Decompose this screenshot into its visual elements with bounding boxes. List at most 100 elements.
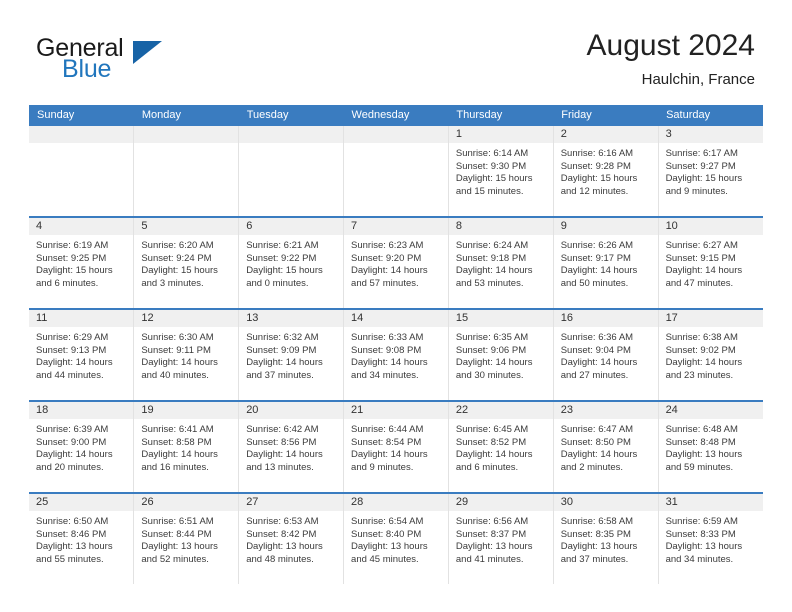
day-cell[interactable]: 11 Sunrise: 6:29 AM Sunset: 9:13 PM Dayligh… xyxy=(29,308,135,401)
day-cell-inner: 2 Sunrise: 6:16 AM Sunset: 9:28 PM Daylight… xyxy=(553,126,658,216)
day-cell[interactable]: 21 Sunrise: 6:44 AM Sunset: 8:54 PM Dayligh… xyxy=(343,400,449,493)
day-cell[interactable]: 7 Sunrise: 6:23 AM Sunset: 9:20 PM Daylight… xyxy=(343,216,449,309)
sunset-text: Sunset: 9:27 PM xyxy=(665,160,736,172)
day-cell[interactable]: 6 Sunrise: 6:21 AM Sunset: 9:22 PM Daylight… xyxy=(238,216,345,309)
sunset-text: Sunset: 9:30 PM xyxy=(455,160,527,172)
day-cell-inner: 14 Sunrise: 6:33 AM Sunset: 9:08 PM Dayligh… xyxy=(344,310,448,400)
day-cell-inner: 31 Sunrise: 6:59 AM Sunset: 8:33 PM Dayligh… xyxy=(658,494,763,584)
day-cell[interactable]: 13 Sunrise: 6:32 AM Sunset: 9:09 PM Dayligh… xyxy=(238,308,345,401)
daylight-text-line2: and 9 minutes. xyxy=(665,185,728,197)
sunset-text: Sunset: 8:37 PM xyxy=(455,528,527,540)
day-cell[interactable]: 22 Sunrise: 6:45 AM Sunset: 8:52 PM Dayligh… xyxy=(448,400,554,493)
day-cell[interactable]: 30 Sunrise: 6:58 AM Sunset: 8:35 PM Dayligh… xyxy=(553,492,659,584)
daylight-text-line1: Daylight: 14 hours xyxy=(455,449,533,461)
day-cell[interactable]: 2 Sunrise: 6:16 AM Sunset: 9:28 PM Daylight… xyxy=(553,126,659,217)
daylight-text-line1: Daylight: 13 hours xyxy=(141,541,218,553)
day-cell-inner: 23 Sunrise: 6:47 AM Sunset: 8:50 PM Dayligh… xyxy=(553,402,658,492)
sunrise-text: Sunrise: 6:47 AM xyxy=(560,424,634,435)
day-cell[interactable]: 15 Sunrise: 6:35 AM Sunset: 9:06 PM Dayligh… xyxy=(448,308,554,401)
calendar-head: Sunday Monday Tuesday Wednesday Thursday… xyxy=(29,105,763,126)
day-cell-inner xyxy=(29,126,134,216)
day-cell-empty xyxy=(133,126,240,217)
day-cell[interactable]: 10 Sunrise: 6:27 AM Sunset: 9:15 PM Dayligh… xyxy=(658,216,763,309)
day-details: Sunrise: 6:27 AM Sunset: 9:15 PM Daylight:… xyxy=(659,235,763,290)
daylight-text-line1: Daylight: 14 hours xyxy=(246,449,323,461)
sunset-text: Sunset: 9:22 PM xyxy=(246,252,317,264)
day-cell[interactable]: 17 Sunrise: 6:38 AM Sunset: 9:02 PM Dayligh… xyxy=(658,308,763,401)
sunset-text: Sunset: 8:40 PM xyxy=(351,528,422,540)
day-cell-inner: 4 Sunrise: 6:19 AM Sunset: 9:25 PM Daylight… xyxy=(29,218,134,308)
daylight-text-line2: and 6 minutes. xyxy=(455,461,519,473)
day-cell[interactable]: 26 Sunrise: 6:51 AM Sunset: 8:44 PM Dayligh… xyxy=(133,492,240,584)
day-cell[interactable]: 1 Sunrise: 6:14 AM Sunset: 9:30 PM Daylight… xyxy=(448,126,554,217)
daylight-text-line2: and 45 minutes. xyxy=(351,553,419,565)
day-details: Sunrise: 6:30 AM Sunset: 9:11 PM Daylight:… xyxy=(134,327,238,382)
sunset-text: Sunset: 8:35 PM xyxy=(560,528,631,540)
sunrise-text: Sunrise: 6:54 AM xyxy=(351,516,424,527)
day-cell[interactable]: 12 Sunrise: 6:30 AM Sunset: 9:11 PM Dayligh… xyxy=(133,308,240,401)
day-details: Sunrise: 6:33 AM Sunset: 9:08 PM Daylight:… xyxy=(344,327,448,382)
sunset-text: Sunset: 9:18 PM xyxy=(455,252,527,264)
day-cell[interactable]: 24 Sunrise: 6:48 AM Sunset: 8:48 PM Dayligh… xyxy=(658,400,763,493)
day-cell[interactable]: 27 Sunrise: 6:53 AM Sunset: 8:42 PM Dayligh… xyxy=(238,492,345,584)
day-number: 21 xyxy=(344,402,448,419)
day-cell[interactable]: 9 Sunrise: 6:26 AM Sunset: 9:17 PM Daylight… xyxy=(553,216,659,309)
sunset-text: Sunset: 9:06 PM xyxy=(455,344,527,356)
day-number: 15 xyxy=(448,310,553,327)
daylight-text-line2: and 41 minutes. xyxy=(455,553,524,565)
sunset-text: Sunset: 9:13 PM xyxy=(36,344,107,356)
day-details: Sunrise: 6:51 AM Sunset: 8:44 PM Daylight:… xyxy=(134,511,238,566)
day-cell-inner: 21 Sunrise: 6:44 AM Sunset: 8:54 PM Dayligh… xyxy=(344,402,448,492)
week-row: 11 Sunrise: 6:29 AM Sunset: 9:13 PM Dayligh… xyxy=(29,308,763,401)
daylight-text-line2: and 2 minutes. xyxy=(560,461,624,473)
day-details: Sunrise: 6:47 AM Sunset: 8:50 PM Daylight:… xyxy=(554,419,658,474)
day-details: Sunrise: 6:17 AM Sunset: 9:27 PM Daylight:… xyxy=(659,143,763,198)
day-cell[interactable]: 16 Sunrise: 6:36 AM Sunset: 9:04 PM Dayligh… xyxy=(553,308,659,401)
sunset-text: Sunset: 9:24 PM xyxy=(141,252,212,264)
day-cell[interactable]: 29 Sunrise: 6:56 AM Sunset: 8:37 PM Dayligh… xyxy=(448,492,554,584)
daylight-text-line2: and 48 minutes. xyxy=(246,553,314,565)
daylight-text-line2: and 23 minutes. xyxy=(665,369,734,381)
day-details: Sunrise: 6:21 AM Sunset: 9:22 PM Daylight:… xyxy=(239,235,343,290)
day-number: 29 xyxy=(448,494,553,511)
day-cell[interactable]: 19 Sunrise: 6:41 AM Sunset: 8:58 PM Dayligh… xyxy=(133,400,240,493)
sunset-text: Sunset: 8:50 PM xyxy=(560,436,631,448)
daylight-text-line2: and 59 minutes. xyxy=(665,461,734,473)
sunset-text: Sunset: 9:04 PM xyxy=(560,344,631,356)
day-number: 4 xyxy=(29,218,134,235)
sunset-text: Sunset: 8:58 PM xyxy=(141,436,212,448)
day-cell[interactable]: 14 Sunrise: 6:33 AM Sunset: 9:08 PM Dayligh… xyxy=(343,308,449,401)
daylight-text-line2: and 27 minutes. xyxy=(560,369,629,381)
day-cell[interactable]: 28 Sunrise: 6:54 AM Sunset: 8:40 PM Dayligh… xyxy=(343,492,449,584)
day-number: 2 xyxy=(553,126,658,143)
day-cell[interactable]: 18 Sunrise: 6:39 AM Sunset: 9:00 PM Dayligh… xyxy=(29,400,135,493)
sunrise-text: Sunrise: 6:59 AM xyxy=(665,516,738,527)
day-cell[interactable]: 3 Sunrise: 6:17 AM Sunset: 9:27 PM Daylight… xyxy=(658,126,763,217)
day-details: Sunrise: 6:24 AM Sunset: 9:18 PM Daylight:… xyxy=(449,235,553,290)
brand-logo[interactable]: General Blue xyxy=(36,34,246,88)
day-cell[interactable]: 5 Sunrise: 6:20 AM Sunset: 9:24 PM Daylight… xyxy=(133,216,240,309)
day-cell[interactable]: 20 Sunrise: 6:42 AM Sunset: 8:56 PM Dayligh… xyxy=(238,400,345,493)
day-cell-inner: 3 Sunrise: 6:17 AM Sunset: 9:27 PM Daylight… xyxy=(658,126,763,216)
day-details: Sunrise: 6:53 AM Sunset: 8:42 PM Daylight:… xyxy=(239,511,343,566)
sunrise-text: Sunrise: 6:38 AM xyxy=(665,332,738,343)
day-cell[interactable]: 23 Sunrise: 6:47 AM Sunset: 8:50 PM Dayligh… xyxy=(553,400,659,493)
daylight-text-line2: and 15 minutes. xyxy=(455,185,524,197)
day-number: 13 xyxy=(239,310,344,327)
day-cell[interactable]: 4 Sunrise: 6:19 AM Sunset: 9:25 PM Daylight… xyxy=(29,216,135,309)
sunrise-text: Sunrise: 6:33 AM xyxy=(351,332,424,343)
day-number: 25 xyxy=(29,494,134,511)
day-cell[interactable]: 8 Sunrise: 6:24 AM Sunset: 9:18 PM Daylight… xyxy=(448,216,554,309)
sunrise-text: Sunrise: 6:19 AM xyxy=(36,240,109,251)
day-cell[interactable]: 25 Sunrise: 6:50 AM Sunset: 8:46 PM Dayligh… xyxy=(29,492,135,584)
sunrise-text: Sunrise: 6:29 AM xyxy=(36,332,109,343)
weekday-header-wednesday: Wednesday xyxy=(343,105,449,126)
sunrise-text: Sunrise: 6:39 AM xyxy=(36,424,109,435)
day-details: Sunrise: 6:38 AM Sunset: 9:02 PM Daylight:… xyxy=(659,327,763,382)
day-cell-inner: 25 Sunrise: 6:50 AM Sunset: 8:46 PM Dayligh… xyxy=(29,494,134,584)
day-cell[interactable]: 31 Sunrise: 6:59 AM Sunset: 8:33 PM Dayligh… xyxy=(658,492,763,584)
sunrise-text: Sunrise: 6:16 AM xyxy=(560,148,634,159)
daylight-text-line2: and 6 minutes. xyxy=(36,277,99,289)
daylight-text-line2: and 16 minutes. xyxy=(141,461,209,473)
daylight-text-line2: and 50 minutes. xyxy=(560,277,629,289)
